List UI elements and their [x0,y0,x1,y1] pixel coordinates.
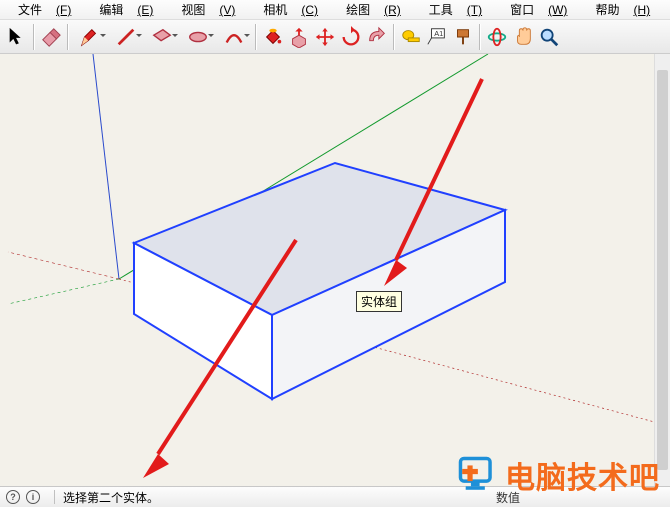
rectangle-tool[interactable] [144,24,180,50]
pencil-icon [79,26,101,48]
axis-y-neg [8,279,119,304]
line-tool[interactable] [108,24,144,50]
tooltip-entity-group: 实体组 [356,291,402,312]
polygon-icon [187,26,209,48]
menu-view[interactable]: 视图(V) [167,0,249,20]
tape-tool[interactable] [398,24,424,50]
toolbar: A1 [0,20,670,54]
bucket-tool[interactable] [260,24,286,50]
scrollbar-thumb[interactable] [657,70,668,470]
orbit-tool[interactable] [484,24,510,50]
menu-camera[interactable]: 相机(C) [249,0,332,20]
arc-icon [223,26,245,48]
watermark-logo-icon [455,455,499,495]
scrollbar-vertical[interactable] [654,54,670,486]
move-tool[interactable] [312,24,338,50]
zoom-icon [538,26,560,48]
orbit-icon [486,26,508,48]
menu-bar: 文件(F) 编辑(E) 视图(V) 相机(C) 绘图(R) 工具(T) 窗口(W… [0,0,670,20]
axis-x-neg [8,252,119,279]
info-icon[interactable]: i [26,490,40,504]
axis-z [93,54,119,279]
viewport-3d[interactable]: 实体组 [0,54,670,486]
pencil-tool[interactable] [72,24,108,50]
pushpull-icon [288,26,310,48]
arc-tool[interactable] [216,24,252,50]
tape-icon [400,26,422,48]
svg-text:A1: A1 [434,29,443,38]
pan-icon [512,26,534,48]
offset-tool[interactable] [364,24,390,50]
text-icon: A1 [426,26,448,48]
separator [393,24,395,50]
separator [54,490,55,504]
rotate-icon [340,26,362,48]
watermark: 电脑技术吧 [455,453,660,497]
watermark-text: 电脑技术吧 [505,453,660,497]
menu-help[interactable]: 帮助(H) [581,0,664,20]
menu-file[interactable]: 文件(F) [4,0,85,20]
help-icon[interactable]: ? [6,490,20,504]
cursor-icon [6,26,28,48]
paint-tool[interactable] [450,24,476,50]
polygon-tool[interactable] [180,24,216,50]
rotate-tool[interactable] [338,24,364,50]
status-hint: 选择第二个实体。 [63,489,159,506]
move-icon [314,26,336,48]
solid-group-box [134,163,505,399]
separator [67,24,69,50]
offset-icon [366,26,388,48]
text-tool[interactable]: A1 [424,24,450,50]
bucket-icon [262,26,284,48]
scene-canvas [0,54,670,486]
separator [255,24,257,50]
menu-window[interactable]: 窗口(W) [496,0,581,20]
line-icon [115,26,137,48]
menu-edit[interactable]: 编辑(E) [85,0,167,20]
eraser-icon [40,26,62,48]
select-tool[interactable] [4,24,30,50]
separator [33,24,35,50]
menu-draw[interactable]: 绘图(R) [332,0,415,20]
pan-tool[interactable] [510,24,536,50]
menu-tools[interactable]: 工具(T) [415,0,496,20]
paint-icon [452,26,474,48]
separator [479,24,481,50]
zoom-tool[interactable] [536,24,562,50]
eraser-tool[interactable] [38,24,64,50]
pushpull-tool[interactable] [286,24,312,50]
rectangle-icon [151,26,173,48]
